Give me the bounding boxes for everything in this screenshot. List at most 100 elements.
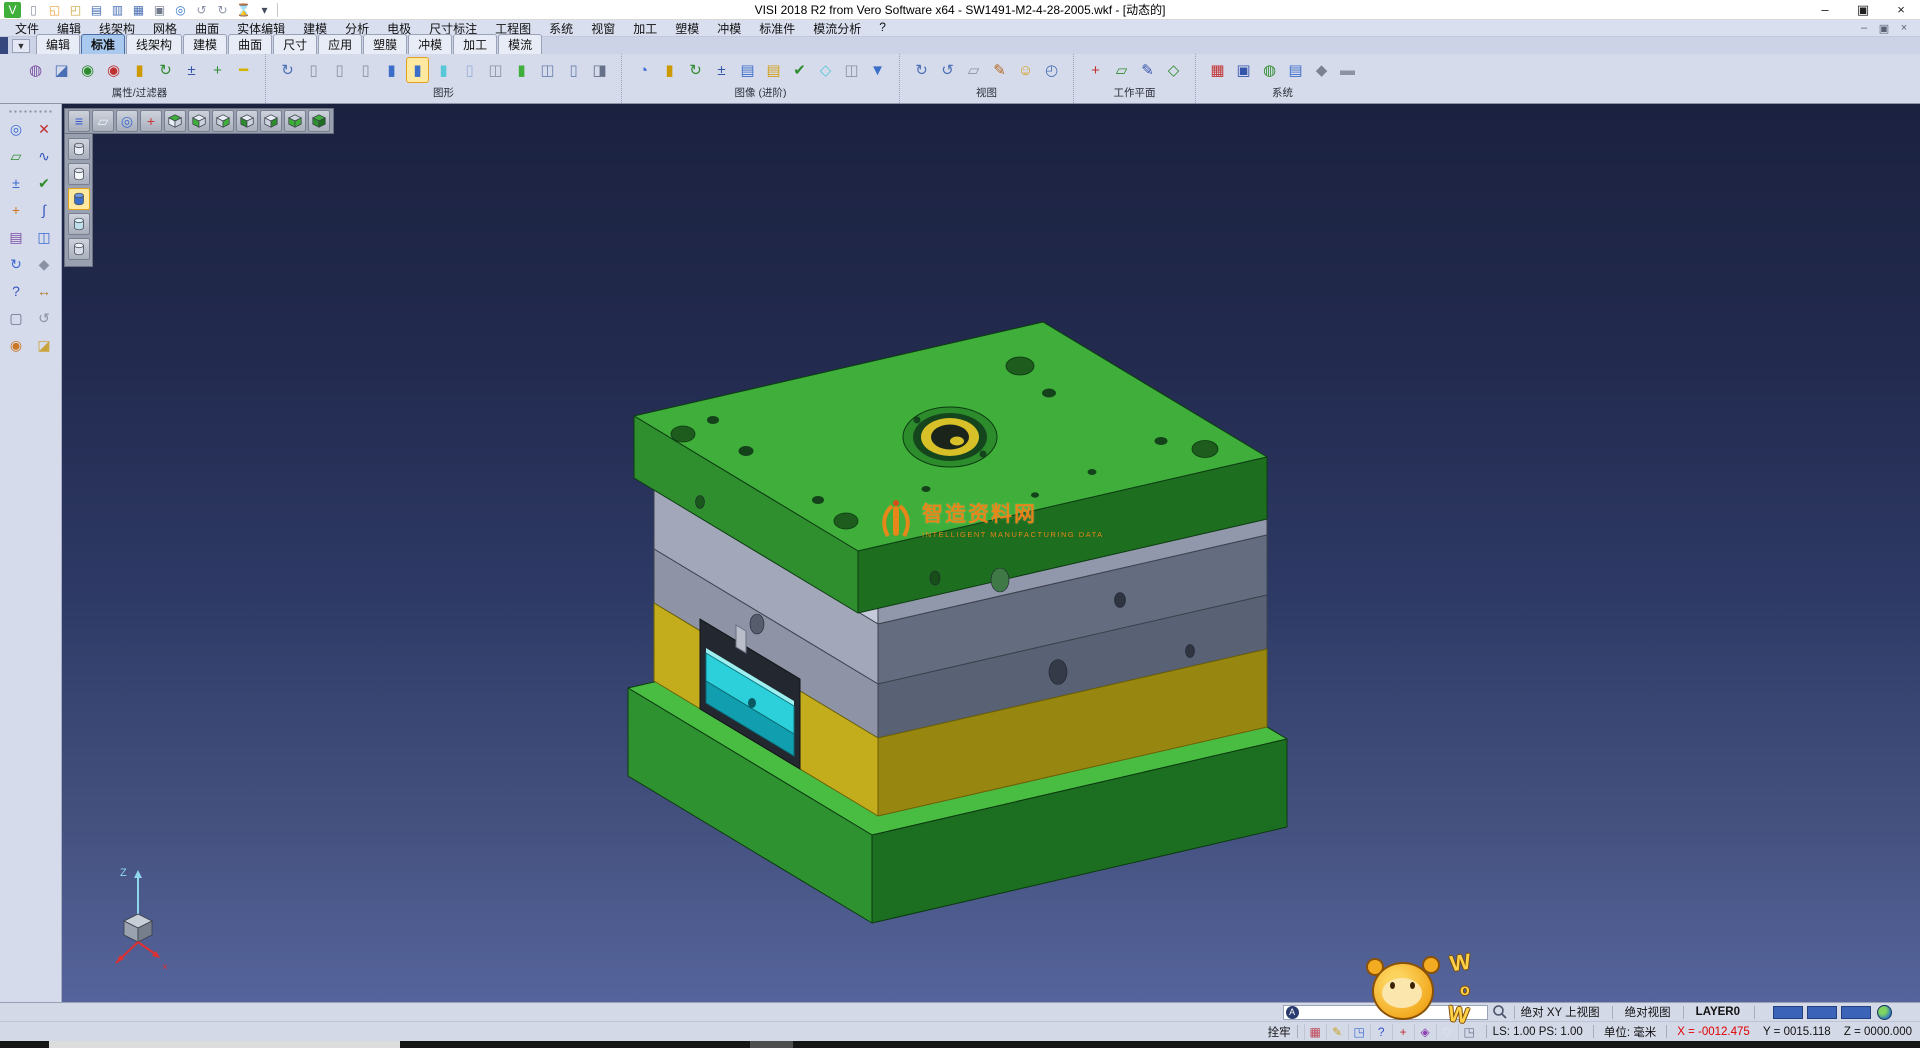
status-box-icon[interactable]: ◈ [1414,1024,1436,1040]
lights-icon[interactable]: ▮ [658,57,681,83]
visibility-lights-icon[interactable]: ▮ [128,57,151,83]
menu-item[interactable]: 加工 [624,20,666,37]
absolute-view-indicator[interactable]: 绝对视图 [1625,1004,1671,1020]
status-section-icon[interactable]: ◳ [1458,1024,1480,1040]
view-right-cube[interactable] [212,110,234,132]
status-edit-icon[interactable]: ✎ [1326,1024,1348,1040]
mode-shaded-edges[interactable] [68,213,90,235]
view-front-cube[interactable] [188,110,210,132]
close-button[interactable]: × [1882,0,1920,19]
print-icon[interactable]: ▣ [151,2,168,18]
save-icon[interactable]: ▤ [88,2,105,18]
new-file-icon[interactable]: ▯ [25,2,42,18]
open-project-icon[interactable]: ◰ [67,2,84,18]
status-snap-icon[interactable]: + [1392,1024,1414,1040]
menu-item[interactable]: 标准件 [750,20,804,37]
workplane-align-icon[interactable]: ◇ [1162,57,1185,83]
glass-material-icon[interactable]: ◇ [814,57,837,83]
view-mode-indicator[interactable]: 绝对 XY 上视图 [1521,1004,1600,1020]
open-file-icon[interactable]: ◱ [46,2,63,18]
apply-check-icon[interactable]: ✔ [788,57,811,83]
undo-icon[interactable]: ↺ [193,2,210,18]
status-entity-icon[interactable]: ▽ [1436,1024,1458,1040]
erase-icon[interactable]: ✕ [32,118,56,140]
menu-item[interactable]: 视窗 [582,20,624,37]
transparent-mode-icon[interactable]: ▮ [432,57,455,83]
mode-hidden-line[interactable] [68,163,90,185]
view-iso-cube[interactable] [308,110,330,132]
view-top-cube[interactable] [164,110,186,132]
view-plane-icon[interactable]: ▱ [92,110,114,132]
hide-remove-icon[interactable]: ◉ [102,57,125,83]
toolbar-tab[interactable]: 建模 [183,34,227,54]
lock-toggle[interactable]: 拴牢 [1268,1024,1291,1040]
view-orbit-icon[interactable]: ↺ [936,57,959,83]
ghost-mode-icon[interactable]: ▯ [458,57,481,83]
mdi-restore-button[interactable]: ▣ [1874,22,1894,35]
clip-plane-icon[interactable]: ▯ [562,57,585,83]
search-input[interactable]: A [1283,1005,1488,1020]
advanced-view-icon[interactable]: ◔ [632,57,655,83]
scale-indicator[interactable]: LS: 1.00 PS: 1.00 [1493,1026,1583,1038]
measure-icon[interactable]: ↔ [32,280,56,302]
minimize-button[interactable]: – [1806,0,1844,19]
toolbar-grip[interactable] [8,109,54,114]
help-icon[interactable]: ? [4,280,28,302]
toolbar-tab[interactable]: 塑膜 [363,34,407,54]
view-plane-icon[interactable]: ▱ [962,57,985,83]
toolbar-tab[interactable]: 尺寸 [273,34,317,54]
toolbar-tab[interactable]: 线架构 [126,34,182,54]
mdi-minimize-button[interactable]: – [1854,22,1874,35]
regen-graphics-icon[interactable]: ↻ [276,57,299,83]
toolbar-tab[interactable]: 加工 [453,34,497,54]
visibility-toggle-icon[interactable]: ± [180,57,203,83]
hidden-dashed-mode-icon[interactable]: ▯ [354,57,377,83]
zoom-mod-icon[interactable]: ± [4,172,28,194]
more-commands-icon[interactable]: ▾ [256,2,273,18]
color-swatch[interactable] [1773,1006,1803,1019]
restore-button[interactable]: ▣ [1844,0,1882,19]
mold-model-3d[interactable] [62,104,1920,1002]
wire-overlay-icon[interactable]: ◫ [840,57,863,83]
view-back-cube[interactable] [260,110,282,132]
menu-item[interactable]: 塑模 [666,20,708,37]
view-left-cube[interactable] [236,110,258,132]
undo-curl-icon[interactable]: ↺ [32,307,56,329]
color-swatch[interactable] [1807,1006,1837,1019]
menu-item[interactable]: 系统 [540,20,582,37]
ucs-axes-icon[interactable]: + [4,199,28,221]
menu-item[interactable]: ? [870,20,895,34]
toolbar-tab[interactable]: 冲模 [408,34,452,54]
material-blue-icon[interactable]: ▤ [736,57,759,83]
redo-icon[interactable]: ↻ [214,2,231,18]
save-all-icon[interactable]: ▦ [130,2,147,18]
refresh-image-icon[interactable]: ↻ [684,57,707,83]
toolbar-tab[interactable]: 曲面 [228,34,272,54]
spline-edit-icon[interactable]: ∫ [32,199,56,221]
material-gold-icon[interactable]: ▤ [762,57,785,83]
section-view-icon[interactable]: ◨ [588,57,611,83]
window-icon[interactable]: ◫ [32,226,56,248]
mixed-mode-icon[interactable]: ◫ [484,57,507,83]
workplane-axis-icon[interactable]: + [1084,57,1107,83]
shaded-mode-icon[interactable]: ▮ [380,57,403,83]
search-icon[interactable] [1492,1004,1508,1020]
show-add-icon[interactable]: ◉ [76,57,99,83]
confirm-icon[interactable]: ✔ [32,172,56,194]
property-card-icon[interactable]: ◪ [50,57,73,83]
regen-icon[interactable]: ↻ [4,253,28,275]
system-screen-icon[interactable]: ▣ [1232,57,1255,83]
busy-globe-icon[interactable]: ⌛ [235,2,252,18]
shade-solid-icon[interactable]: ▮ [510,57,533,83]
workplane-grid-icon[interactable]: ▱ [1110,57,1133,83]
frame-select-icon[interactable]: ▱ [4,145,28,167]
trash-icon[interactable]: ▢ [4,307,28,329]
sketch-curve-icon[interactable]: ∿ [32,145,56,167]
globe-icon[interactable] [1877,1005,1892,1020]
view-rotate-icon[interactable]: ↻ [910,57,933,83]
menu-item[interactable]: 冲模 [708,20,750,37]
entity-properties-icon[interactable]: ◍ [24,57,47,83]
view-face-icon[interactable]: ☺ [1014,57,1037,83]
navigator-wheel-icon[interactable]: ◉ [4,334,28,356]
workplane-edit-icon[interactable]: ✎ [1136,57,1159,83]
